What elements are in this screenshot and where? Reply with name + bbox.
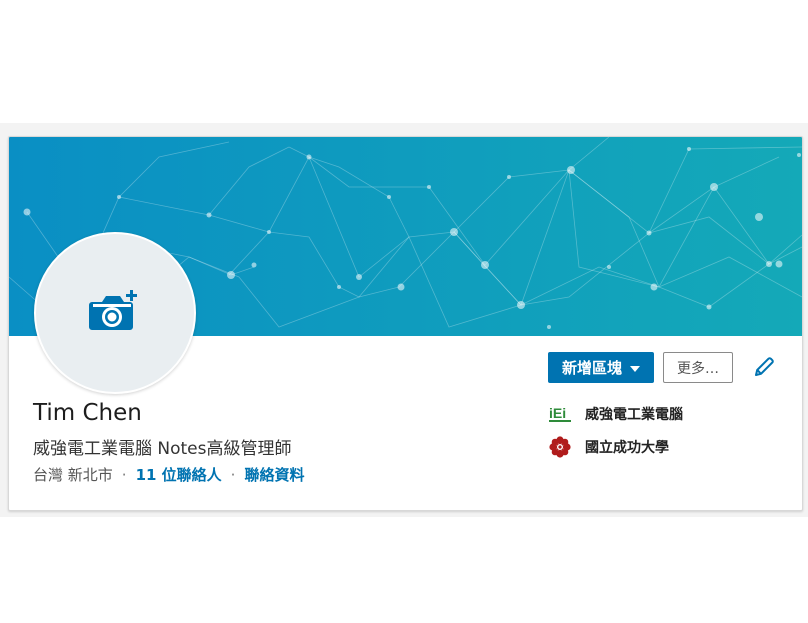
profile-photo-placeholder[interactable]: [34, 232, 196, 394]
camera-plus-icon: [89, 290, 137, 330]
more-button[interactable]: 更多…: [663, 352, 733, 383]
org-name: 國立成功大學: [585, 440, 669, 456]
profile-headline: 威強電工業電腦 Notes高級管理師: [33, 439, 292, 459]
separator-dot: ·: [121, 465, 127, 484]
contact-info-link[interactable]: 聯絡資料: [244, 464, 304, 485]
org-item-ncku[interactable]: 國立成功大學: [549, 436, 669, 458]
separator-dot: ·: [230, 465, 236, 484]
org-name: 威強電工業電腦: [585, 407, 683, 423]
pencil-icon: [755, 357, 774, 376]
more-label: 更多…: [677, 360, 719, 377]
profile-name: Tim Chen: [33, 400, 142, 426]
iei-logo-text: iEi: [549, 405, 566, 421]
caret-down-icon: [630, 365, 640, 372]
ncku-seal-icon: [549, 436, 571, 458]
profile-card: 新增區塊 更多… Tim Chen 威強電工業電腦 Notes高級管理師 台灣 …: [8, 136, 803, 511]
profile-meta-line: 台灣 新北市 · 11 位聯絡人 · 聯絡資料: [33, 464, 304, 485]
org-item-iei[interactable]: iEi 威強電工業電腦: [549, 403, 683, 425]
connections-link[interactable]: 11 位聯絡人: [136, 464, 222, 485]
add-section-button[interactable]: 新增區塊: [548, 352, 654, 383]
add-section-label: 新增區塊: [561, 359, 622, 377]
iei-logo-icon: iEi: [549, 403, 571, 425]
profile-location: 台灣 新北市: [33, 466, 113, 484]
edit-profile-button[interactable]: [753, 356, 775, 378]
